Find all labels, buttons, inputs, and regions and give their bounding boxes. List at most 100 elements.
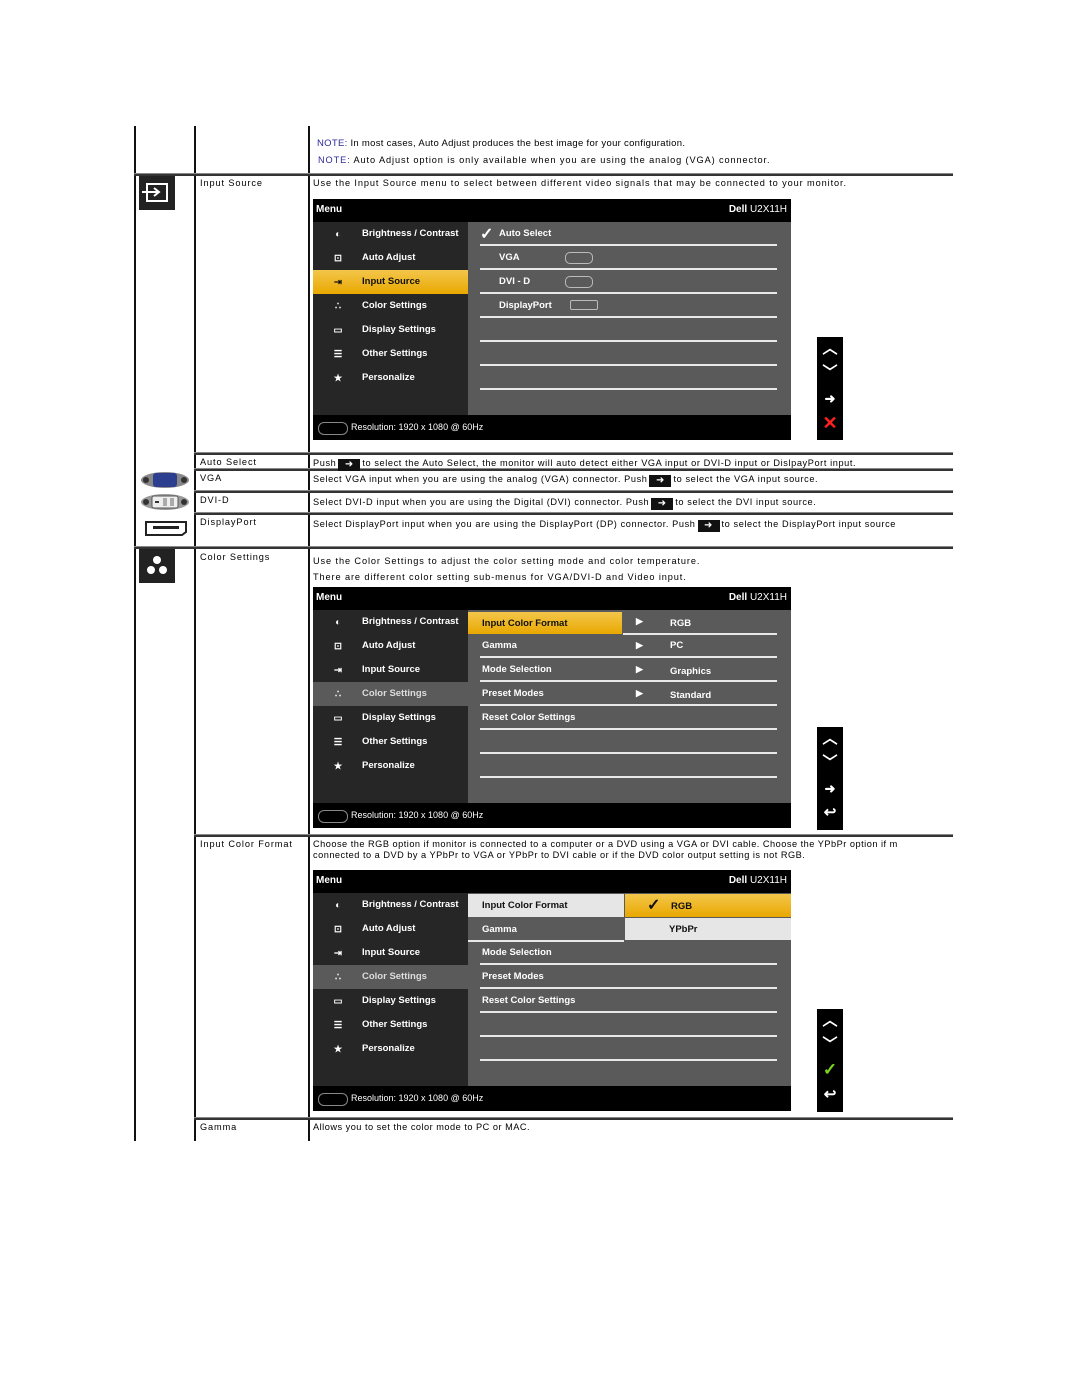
osd-menu-item-input-source: ⇥ Input Source xyxy=(313,270,468,294)
table-border-col2 xyxy=(308,126,310,1141)
osd-submenu-empty xyxy=(480,366,777,390)
osd-menu-item-display-settings: ▭ Display Settings xyxy=(313,989,468,1013)
row-divider xyxy=(194,490,953,493)
display-settings-icon: ▭ xyxy=(333,324,343,336)
osd-menu-label: Auto Adjust xyxy=(362,640,416,651)
osd-menu-label: Auto Adjust xyxy=(362,923,416,934)
osd-menu-label: Display Settings xyxy=(362,324,436,335)
row-desc-input-color-format-2: connected to a DVD by a YPbPr to VGA or … xyxy=(313,850,806,860)
osd-input-color-format-screenshot: Menu Dell U2X11H ◐ Brightness / Contrast … xyxy=(313,870,791,1111)
osd-menu-title: Menu xyxy=(316,592,343,603)
triangle-right-icon: ▶ xyxy=(636,664,643,674)
desc-text: to select the DisplayPort input source xyxy=(721,519,896,529)
osd-nav-buttons: ︿ ﹀ ➜ ✕ xyxy=(817,337,843,440)
triangle-right-icon: ▶ xyxy=(636,640,643,650)
osd-menu-item-display-settings: ▭ Display Settings xyxy=(313,318,468,342)
osd-menu-label: Brightness / Contrast xyxy=(362,616,459,627)
osd-submenu-value: Graphics xyxy=(670,666,712,677)
osd-option-label: RGB xyxy=(671,901,693,912)
osd-submenu-label: Mode Selection xyxy=(482,947,552,958)
dvi-connector-icon xyxy=(565,276,593,288)
osd-submenu-label: Preset Modes xyxy=(482,688,544,699)
osd-submenu-label: DisplayPort xyxy=(499,300,552,311)
enter-arrow-icon: ➜ xyxy=(824,781,836,796)
osd-submenu-label: Gamma xyxy=(482,640,517,651)
row-divider xyxy=(194,834,953,837)
auto-adjust-icon: ⊡ xyxy=(334,252,342,264)
enter-button-icon: ➜ xyxy=(649,475,672,487)
osd-main-menu: ◐ Brightness / Contrast ⊡ Auto Adjust ⇥ Inp… xyxy=(313,610,468,803)
osd-menu-label: Other Settings xyxy=(362,348,428,359)
osd-menu-item-personalize: ★ Personalize xyxy=(313,1037,468,1061)
desc-text: to select the Auto Select, the monitor w… xyxy=(362,458,857,468)
triangle-right-icon: ▶ xyxy=(636,688,643,698)
row-label-dvi: DVI-D xyxy=(200,495,230,505)
other-settings-icon: ☰ xyxy=(333,736,343,748)
osd-submenu-item-gamma: Gamma xyxy=(468,918,624,942)
up-icon: ︿ xyxy=(822,340,838,357)
row-label-vga: VGA xyxy=(200,473,223,483)
osd-submenu-label: Input Color Format xyxy=(482,900,568,911)
osd-menu-item-brightness: ◐ Brightness / Contrast xyxy=(313,222,468,246)
row-desc-vga: Select VGA input when you are using the … xyxy=(313,473,818,487)
other-settings-icon: ☰ xyxy=(333,348,343,360)
osd-model: Dell U2X11H xyxy=(729,875,787,886)
enter-arrow-icon: ➜ xyxy=(824,391,836,406)
osd-menu-label: Personalize xyxy=(362,760,415,771)
osd-menu-item-personalize: ★ Personalize xyxy=(313,366,468,390)
osd-submenu-label: Auto Select xyxy=(499,228,552,239)
osd-menu-item-color-settings: ∴ Color Settings xyxy=(313,294,468,318)
osd-menu-item-color-settings: ∴ Color Settings xyxy=(313,682,468,706)
osd-menu-label: Brightness / Contrast xyxy=(362,899,459,910)
osd-menu-item-brightness: ◐ Brightness / Contrast xyxy=(313,893,468,917)
osd-header: Menu Dell U2X11H xyxy=(313,199,791,222)
color-settings-icon: ∴ xyxy=(334,688,342,700)
osd-input-submenu: ✓ Auto Select VGA DVI - D DisplayPort xyxy=(468,222,791,415)
osd-menu-label: Other Settings xyxy=(362,736,428,747)
osd-option-rgb: ✓ RGB xyxy=(625,894,791,917)
enter-button-icon: ➜ xyxy=(697,520,720,532)
osd-main-menu: ◐ Brightness / Contrast ⊡ Auto Adjust ⇥ Inp… xyxy=(313,222,468,415)
osd-model: Dell U2X11H xyxy=(729,204,787,215)
note-text: In most cases, Auto Adjust produces the … xyxy=(347,138,686,149)
note-text: Auto Adjust option is only available whe… xyxy=(350,155,771,165)
osd-submenu-label: Reset Color Settings xyxy=(482,995,576,1006)
row-desc-color-settings-2: There are different color setting sub-me… xyxy=(313,572,687,582)
osd-model: Dell U2X11H xyxy=(729,592,787,603)
displayport-connector-icon xyxy=(570,300,598,310)
input-source-icon: ⇥ xyxy=(334,947,342,959)
osd-submenu-item-gamma: Gamma ▶ PC xyxy=(480,634,777,658)
osd-submenu-item-auto-select: ✓ Auto Select xyxy=(480,222,777,246)
color-settings-icon: ∴ xyxy=(334,300,342,312)
row-label-gamma: Gamma xyxy=(200,1122,238,1132)
osd-submenu-item-mode-selection: Mode Selection ▶ Graphics xyxy=(480,658,777,682)
brightness-icon: ◐ xyxy=(335,228,341,240)
row-desc-gamma: Allows you to set the color mode to PC o… xyxy=(313,1122,531,1132)
down-icon: ﹀ xyxy=(822,1036,838,1053)
osd-menu-item-brightness: ◐ Brightness / Contrast xyxy=(313,610,468,634)
color-settings-icon xyxy=(139,549,175,583)
osd-model-name: U2X11H xyxy=(749,204,787,215)
row-divider xyxy=(194,512,953,515)
osd-menu-label: Display Settings xyxy=(362,995,436,1006)
star-icon: ★ xyxy=(333,372,343,384)
table-border-left xyxy=(134,126,136,1141)
osd-option-label: YPbPr xyxy=(669,924,698,935)
desc-text: Select VGA input when you are using the … xyxy=(313,474,648,484)
osd-menu-item-auto-adjust: ⊡ Auto Adjust xyxy=(313,917,468,941)
desc-text: to select the DVI input source. xyxy=(675,497,817,507)
confirm-check-icon: ✓ xyxy=(822,1060,838,1079)
star-icon: ★ xyxy=(333,760,343,772)
vga-logo-icon xyxy=(318,422,348,435)
enter-button-icon: ➜ xyxy=(651,498,674,510)
osd-footer: Resolution: 1920 x 1080 @ 60Hz xyxy=(313,1086,791,1111)
osd-menu-label: Input Source xyxy=(362,947,421,958)
osd-menu-item-auto-adjust: ⊡ Auto Adjust xyxy=(313,246,468,270)
table-border-col1 xyxy=(194,126,196,1141)
note-label: NOTE: xyxy=(317,138,348,149)
osd-menu-item-personalize: ★ Personalize xyxy=(313,754,468,778)
osd-menu-label: Color Settings xyxy=(362,300,427,311)
row-desc-dvi: Select DVI-D input when you are using th… xyxy=(313,496,816,510)
osd-submenu-item-dvi: DVI - D xyxy=(480,270,777,294)
osd-menu-label: Auto Adjust xyxy=(362,252,416,263)
